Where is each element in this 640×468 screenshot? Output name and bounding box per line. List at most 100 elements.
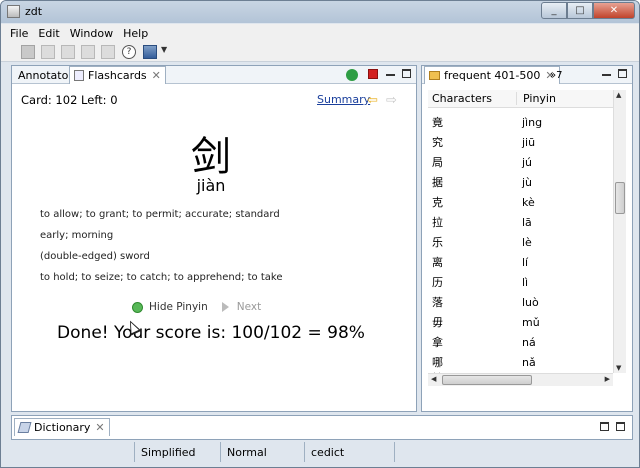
cell-character: 拉 — [432, 216, 443, 229]
cell-character: 乐 — [432, 236, 443, 249]
status-dictionary: cedict — [304, 442, 394, 462]
flashcards-tab-icon — [74, 70, 84, 81]
close-icon[interactable]: ✕ — [95, 421, 104, 434]
copy-icon[interactable] — [81, 45, 95, 59]
dictionary-panel: Dictionary ✕ — [11, 415, 633, 440]
card-status: Card: 102 Left: 0 — [21, 93, 118, 107]
minimize-button[interactable]: _ — [541, 2, 567, 19]
tab-frequent-401-500[interactable]: frequent 401-500 ✕ — [424, 66, 560, 84]
cell-pinyin: jù — [522, 175, 533, 189]
back-arrow-icon[interactable]: ⇦ — [367, 93, 378, 108]
hide-pinyin-label: Hide Pinyin — [149, 301, 208, 313]
tab-annotator-label: Annotator — [18, 68, 73, 82]
toolbar: ? ▼ — [1, 43, 639, 62]
forward-arrow-icon[interactable]: ⇨ — [386, 93, 397, 108]
flashcard-pinyin: jiàn — [196, 176, 226, 195]
vertical-scrollbar[interactable]: ▲ ▼ — [613, 90, 626, 373]
column-header-characters[interactable]: Characters — [428, 92, 516, 105]
scrollbar-thumb[interactable] — [442, 375, 532, 385]
menu-edit[interactable]: Edit — [38, 27, 59, 40]
scrollbar-thumb[interactable] — [615, 182, 625, 214]
definition-line: to hold; to seize; to catch; to apprehen… — [40, 272, 283, 283]
cell-character: 克 — [432, 196, 443, 209]
close-button[interactable]: ✕ — [593, 2, 635, 19]
maximize-view-icon[interactable] — [618, 69, 627, 78]
definition-line: to allow; to grant; to permit; accurate;… — [40, 209, 280, 220]
scroll-down-icon[interactable]: ▼ — [616, 364, 621, 372]
menu-help[interactable]: Help — [123, 27, 148, 40]
table-row[interactable]: 历 lì — [428, 272, 608, 292]
maximize-view-icon[interactable] — [616, 422, 625, 431]
table-row[interactable]: 离 lí — [428, 252, 608, 272]
paste-icon[interactable] — [101, 45, 115, 59]
app-icon — [7, 5, 20, 18]
status-bar: Simplified Normal cedict — [1, 442, 639, 467]
table-row[interactable]: 究 jiū — [428, 132, 608, 152]
menu-window[interactable]: Window — [70, 27, 113, 40]
cell-character: 毋 — [432, 316, 443, 329]
table-row[interactable]: 克 kè — [428, 192, 608, 212]
menu-file[interactable]: File — [10, 27, 28, 40]
next-button[interactable]: Next — [237, 301, 261, 313]
maximize-view-icon[interactable] — [402, 69, 411, 78]
right-tab-bar: frequent 401-500 ✕ »7 — [422, 66, 632, 84]
help-icon[interactable]: ? — [122, 45, 136, 59]
table-row[interactable]: 毋 mǔ — [428, 312, 608, 332]
hide-pinyin-button[interactable]: Hide Pinyin Next — [132, 301, 261, 313]
menu-bar: File Edit Window Help — [1, 24, 639, 43]
book-icon[interactable] — [143, 45, 157, 59]
scroll-left-icon[interactable]: ◀ — [431, 375, 436, 383]
save-icon[interactable] — [21, 45, 35, 59]
cell-pinyin: lí — [522, 255, 529, 269]
cell-pinyin: kè — [522, 195, 535, 209]
next-arrow-icon — [221, 302, 229, 312]
cell-character: 究 — [432, 136, 443, 149]
table-row[interactable]: 拉 lā — [428, 212, 608, 232]
minimize-view-icon[interactable] — [602, 69, 611, 76]
cell-pinyin: jìng — [522, 115, 543, 129]
cut-icon[interactable] — [61, 45, 75, 59]
folder-icon — [429, 71, 440, 80]
cell-pinyin: mǔ — [522, 315, 540, 329]
save-all-icon[interactable] — [41, 45, 55, 59]
status-script: Simplified — [134, 442, 220, 462]
tab-overflow[interactable]: »7 — [546, 66, 566, 84]
tab-flashcards[interactable]: Flashcards ✕ — [69, 66, 166, 84]
cell-character: 落 — [432, 296, 443, 309]
play-icon[interactable] — [346, 69, 358, 81]
table-row[interactable]: 哪 nǎ — [428, 352, 608, 372]
tab-dictionary[interactable]: Dictionary ✕ — [14, 418, 110, 436]
chevron-down-icon[interactable]: ▼ — [161, 45, 169, 59]
close-icon[interactable]: ✕ — [152, 69, 161, 82]
tab-annotator[interactable]: Annotator — [14, 66, 77, 84]
window-title: zdt — [25, 5, 43, 18]
cell-pinyin: ná — [522, 335, 536, 349]
table-row[interactable]: 拿 ná — [428, 332, 608, 352]
tab-dictionary-label: Dictionary — [34, 421, 91, 434]
horizontal-scrollbar[interactable]: ◀ ▶ — [428, 373, 613, 386]
stop-icon[interactable] — [368, 69, 378, 79]
scroll-right-icon[interactable]: ▶ — [605, 375, 610, 383]
summary-link[interactable]: Summary — [317, 93, 370, 106]
cell-character: 离 — [432, 256, 443, 269]
table-row[interactable]: 乐 lè — [428, 232, 608, 252]
cell-pinyin: lì — [522, 275, 529, 289]
cell-character: 哪 — [432, 356, 443, 369]
table-row[interactable]: 落 luò — [428, 292, 608, 312]
cell-pinyin: lè — [522, 235, 532, 249]
flashcard-character: 剑 — [191, 134, 231, 180]
restore-view-icon[interactable] — [600, 422, 609, 431]
title-bar: zdt _ □ ✕ — [1, 1, 639, 23]
column-header-pinyin[interactable]: Pinyin — [516, 92, 556, 105]
cell-pinyin: lā — [522, 215, 532, 229]
table-row[interactable]: 据 jù — [428, 172, 608, 192]
score-text: Done! Your score is: 100/102 = 98% — [57, 323, 365, 343]
table-row[interactable]: 局 jú — [428, 152, 608, 172]
cell-pinyin: jiū — [522, 135, 536, 149]
maximize-button[interactable]: □ — [567, 2, 593, 19]
scroll-up-icon[interactable]: ▲ — [616, 91, 621, 99]
minimize-view-icon[interactable] — [386, 69, 395, 76]
status-divider — [394, 442, 395, 462]
table-row[interactable]: 竟 jìng — [428, 112, 608, 132]
tab-frequent-label: frequent 401-500 — [444, 69, 541, 82]
